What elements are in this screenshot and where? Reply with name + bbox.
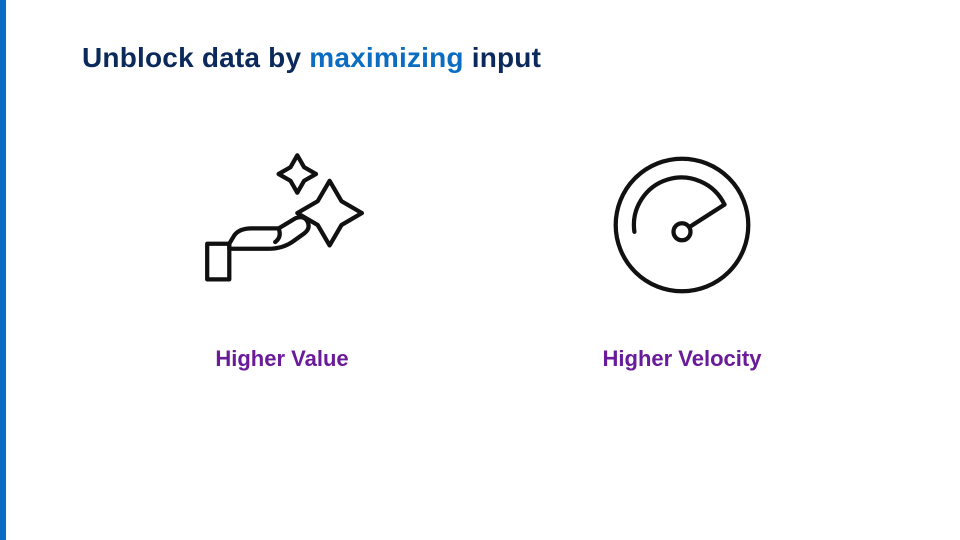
card-caption: Higher Velocity (603, 346, 762, 372)
gauge-icon (592, 140, 772, 310)
accent-bar (0, 0, 6, 540)
title-suffix: input (464, 42, 541, 73)
title-highlight: maximizing (309, 42, 463, 73)
card-caption: Higher Value (215, 346, 348, 372)
card-higher-velocity: Higher Velocity (522, 140, 842, 372)
hand-sparkle-icon (192, 140, 372, 310)
slide: Unblock data by maximizing input H (0, 0, 960, 540)
card-higher-value: Higher Value (122, 140, 442, 372)
content-row: Higher Value Higher Velocity (82, 140, 882, 372)
title-prefix: Unblock data by (82, 42, 309, 73)
slide-title: Unblock data by maximizing input (82, 42, 541, 74)
